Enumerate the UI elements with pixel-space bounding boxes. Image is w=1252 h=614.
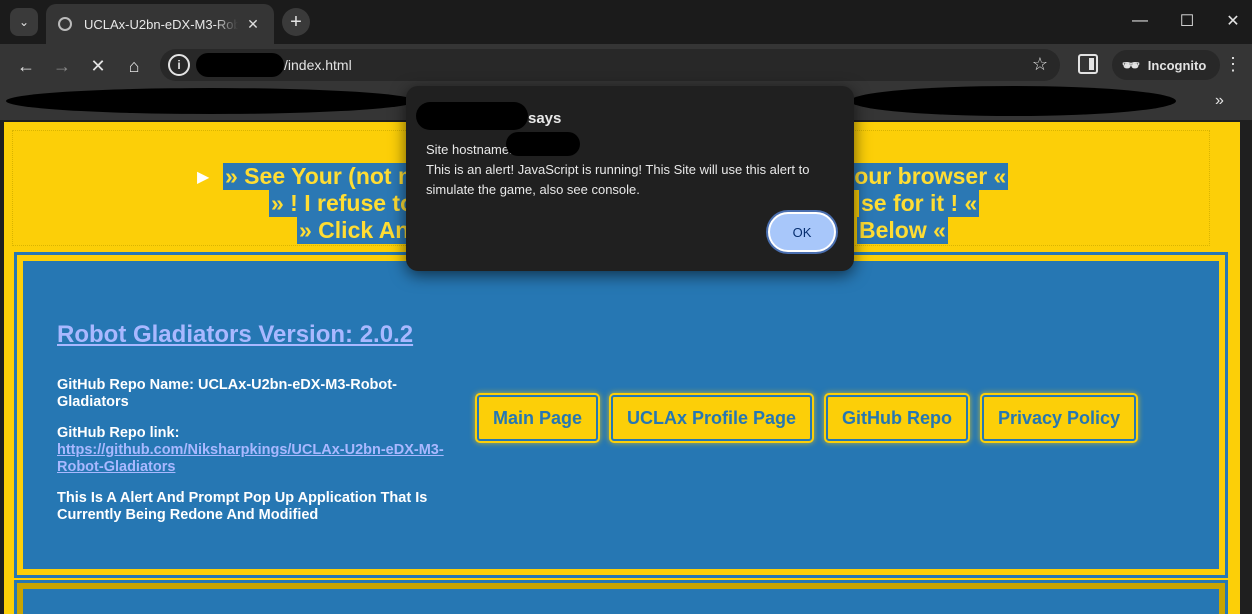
incognito-badge[interactable]: 🕶 Incognito <box>1112 50 1221 80</box>
site-info-icon[interactable]: i <box>168 54 190 76</box>
project-info: Robot Gladiators Version: 2.0.2 GitHub R… <box>57 321 467 538</box>
redaction-mark <box>506 132 580 156</box>
banner-line-2-right: se for it ! « <box>859 190 980 217</box>
redaction-mark <box>196 53 284 77</box>
arrow-left-icon: ← <box>17 55 35 76</box>
uclax-profile-button[interactable]: UCLAx Profile Page <box>611 395 813 441</box>
dialog-message: Site hostname. This is an alert! JavaScr… <box>426 142 810 197</box>
repo-name: GitHub Repo Name: UCLAx-U2bn-eDX-M3-Robo… <box>57 377 397 410</box>
chevron-down-icon: ⌄ <box>18 15 30 29</box>
more-bookmarks-icon[interactable]: » <box>1215 92 1224 110</box>
browser-toolbar: ← → ✕ ⌂ i /index.html ☆ 🕶 Incognito ⋮ <box>0 44 1252 86</box>
repo-link-block: GitHub Repo link: https://github.com/Nik… <box>57 425 467 476</box>
redaction-mark <box>416 102 528 130</box>
tab-search-button[interactable]: ⌄ <box>10 8 38 36</box>
loading-favicon-icon <box>58 17 72 31</box>
repo-link-label: GitHub Repo link: <box>57 425 180 441</box>
address-bar[interactable]: i /index.html ☆ <box>160 49 1060 81</box>
disclosure-triangle-icon[interactable]: ▶ <box>197 167 209 187</box>
stop-button[interactable]: ✕ <box>84 52 112 80</box>
tab-title: UCLAx-U2bn-eDX-M3-Robot-Gladiators <box>84 16 238 32</box>
side-panel-icon[interactable] <box>1078 54 1098 74</box>
bookmark-star-icon[interactable]: ☆ <box>1032 54 1048 75</box>
forward-button[interactable]: → <box>48 52 76 80</box>
repo-link[interactable]: https://github.com/Niksharpkings/UCLAx-U… <box>57 442 444 475</box>
redaction-mark <box>850 86 1176 116</box>
redaction-mark <box>6 88 416 114</box>
main-panel: Robot Gladiators Version: 2.0.2 GitHub R… <box>14 252 1228 578</box>
url-text[interactable]: /index.html <box>284 57 352 73</box>
description: This Is A Alert And Prompt Pop Up Applic… <box>57 490 428 523</box>
new-tab-button[interactable]: + <box>282 8 310 36</box>
lower-panel <box>14 580 1228 614</box>
home-icon: ⌂ <box>128 55 140 76</box>
banner-line-3-right: Below « <box>857 217 948 244</box>
tab-close-icon[interactable]: ✕ <box>244 16 262 33</box>
tab-strip: ⌄ UCLAx-U2bn-eDX-M3-Robot-Gladiators ✕ +… <box>0 0 1252 44</box>
back-button[interactable]: ← <box>12 52 40 80</box>
maximize-button[interactable]: ☐ <box>1162 0 1212 42</box>
main-panel-inner: Robot Gladiators Version: 2.0.2 GitHub R… <box>20 258 1222 572</box>
lower-panel-inner <box>23 589 1219 614</box>
window-close-button[interactable]: ✕ <box>1208 0 1252 42</box>
github-repo-button[interactable]: GitHub Repo <box>826 395 968 441</box>
privacy-policy-button[interactable]: Privacy Policy <box>982 395 1137 441</box>
browser-window: ⌄ UCLAx-U2bn-eDX-M3-Robot-Gladiators ✕ +… <box>0 0 1252 614</box>
banner-line-2-left: » ! I refuse to <box>269 190 417 217</box>
page-title-link[interactable]: Robot Gladiators Version: 2.0.2 <box>57 321 467 349</box>
banner-line-1-left: » See Your (not m <box>223 163 421 190</box>
tab-active[interactable]: UCLAx-U2bn-eDX-M3-Robot-Gladiators ✕ <box>46 4 274 44</box>
incognito-icon: 🕶 <box>1122 56 1140 73</box>
alert-dialog: says Site hostname. This is an alert! Ja… <box>406 86 854 271</box>
minimize-button[interactable]: — <box>1115 0 1165 42</box>
arrow-right-icon: → <box>53 55 71 76</box>
incognito-label: Incognito <box>1147 57 1207 73</box>
home-button[interactable]: ⌂ <box>120 52 148 80</box>
dialog-says: says <box>528 110 562 127</box>
close-icon: ✕ <box>90 55 106 76</box>
more-menu-icon[interactable]: ⋮ <box>1224 54 1242 75</box>
main-page-button[interactable]: Main Page <box>477 395 599 441</box>
ok-button[interactable]: OK <box>768 212 836 252</box>
